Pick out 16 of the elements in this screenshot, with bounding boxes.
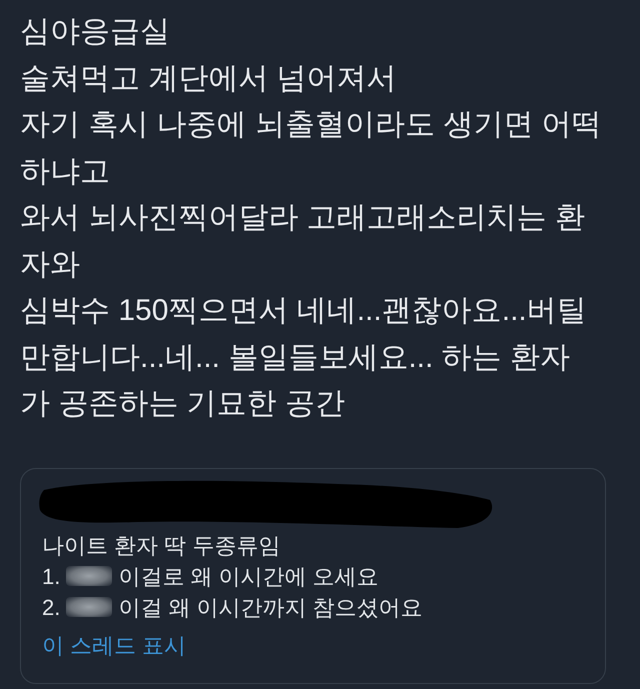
- list-number: 1.: [42, 562, 60, 590]
- tweet-text-line: 하냐고: [20, 154, 110, 190]
- tweet-text-line: 술쳐먹고 계단에서 넘어져서: [20, 60, 397, 96]
- quote-text: 이걸로 왜 이시간에 오세요: [118, 562, 379, 590]
- show-thread-link[interactable]: 이 스레드 표시: [42, 630, 186, 660]
- quote-text: 나이트 환자 딱 두종류임: [42, 532, 280, 560]
- tweet-text-line: 만합니다...네... 볼일들보세요... 하는 환자: [20, 340, 570, 376]
- tweet-text-line: 자기 혹시 나중에 뇌출혈이라도 생기면 어떡: [20, 107, 602, 143]
- quote-text: 이걸 왜 이시간까지 참으셨어요: [118, 594, 423, 622]
- list-number: 2.: [42, 594, 60, 622]
- tweet-text-line: 와서 뇌사진찍어달라 고래고래소리치는 환: [20, 200, 586, 236]
- tweet-text-line: 심박수 150찍으면서 네네...괜찮아요...버틸: [20, 293, 587, 329]
- quoted-tweet-card[interactable]: 나이트 환자 딱 두종류임 1. 이걸로 왜 이시간에 오세요 2. 이걸 왜 이시간까지 참으셨어요 이 스레드 표시: [20, 468, 606, 684]
- tweet-text-line: 가 공존하는 기묘한 공간: [20, 386, 346, 422]
- tweet-text-line: 심야응급실: [20, 14, 170, 50]
- tweet-text-line: 자와: [20, 246, 80, 282]
